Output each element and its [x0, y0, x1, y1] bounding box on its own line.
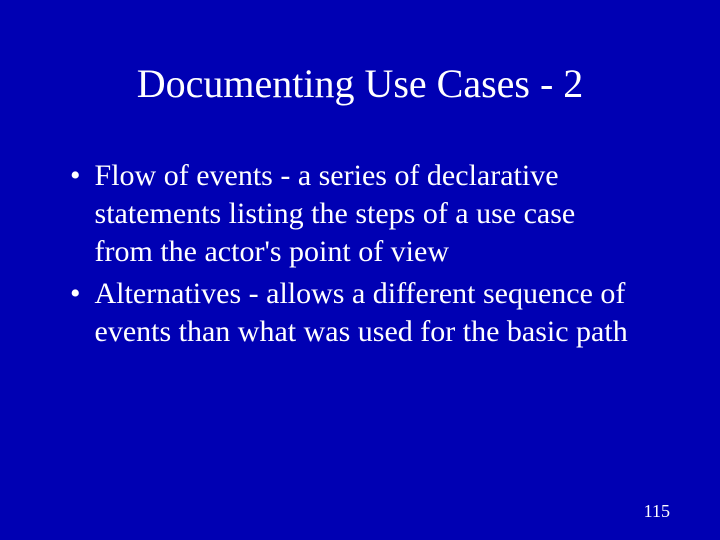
bullet-marker-icon: • — [70, 157, 81, 195]
bullet-marker-icon: • — [70, 275, 81, 313]
bullet-text: Flow of events - a series of declarative… — [95, 157, 630, 271]
slide-title: Documenting Use Cases - 2 — [80, 60, 640, 107]
page-number: 115 — [644, 501, 670, 522]
slide-content: • Flow of events - a series of declarati… — [50, 157, 670, 351]
bullet-text: Alternatives - allows a different sequen… — [95, 275, 630, 351]
bullet-item: • Alternatives - allows a different sequ… — [70, 275, 630, 351]
bullet-item: • Flow of events - a series of declarati… — [70, 157, 630, 271]
slide-container: Documenting Use Cases - 2 • Flow of even… — [0, 0, 720, 540]
